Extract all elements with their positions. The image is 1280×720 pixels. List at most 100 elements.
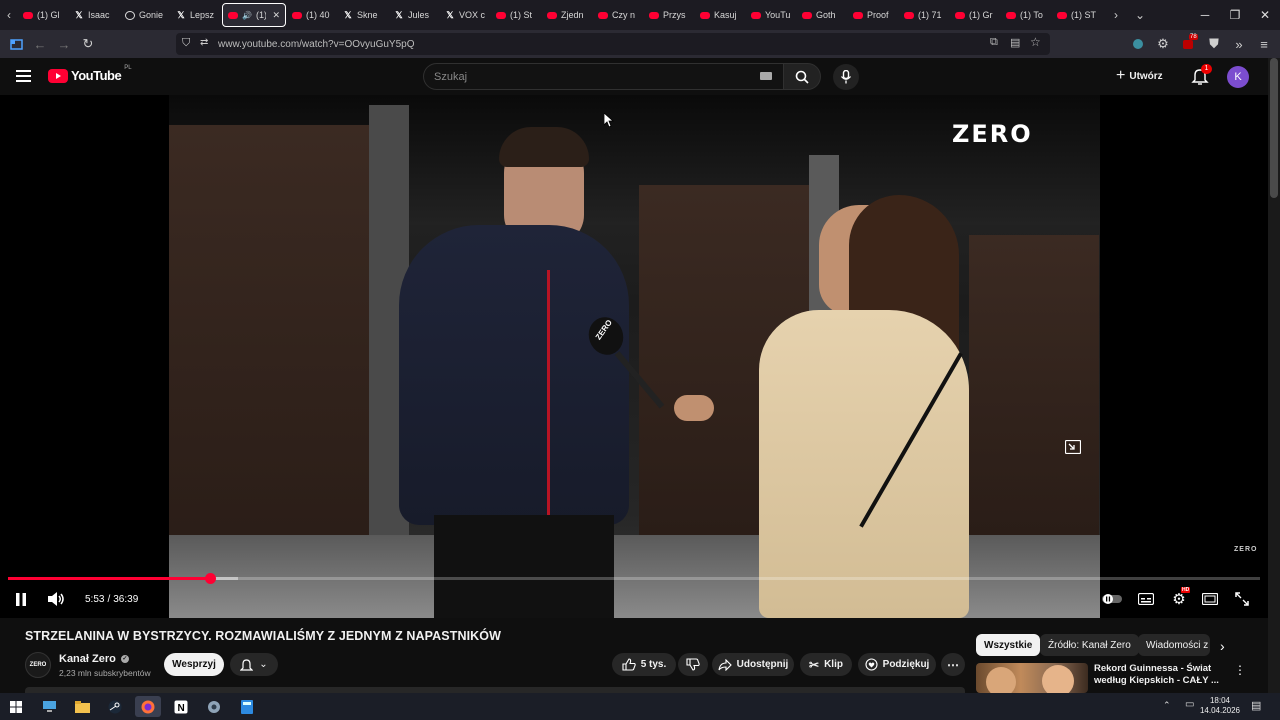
browser-tab[interactable]: Gonie	[120, 3, 170, 27]
extensions-puzzle-icon[interactable]: ⚙	[1153, 34, 1173, 54]
forward-icon[interactable]: →	[54, 34, 74, 54]
browser-tab[interactable]: 𝕏 Lepsz	[171, 3, 221, 27]
recommendation-menu-icon[interactable]: ⋮	[1234, 663, 1246, 677]
more-actions-button[interactable]: ⋯	[941, 653, 965, 676]
notification-center-icon[interactable]: ▤	[1251, 699, 1261, 712]
account-avatar[interactable]: K	[1227, 66, 1249, 88]
taskbar-app-icon[interactable]	[201, 696, 227, 717]
start-button[interactable]	[3, 696, 29, 717]
reader-view-icon[interactable]: ▤	[1010, 36, 1020, 49]
tray-chevron-icon[interactable]: ⌃	[1163, 700, 1171, 711]
permissions-icon[interactable]: ⇄	[200, 37, 208, 48]
browser-tab[interactable]: (1) To	[1001, 3, 1051, 27]
taskbar-file-explorer-icon[interactable]	[69, 696, 95, 717]
guide-menu-icon[interactable]	[16, 68, 32, 84]
pause-icon	[16, 592, 26, 606]
settings-button[interactable]: ⚙ HD	[1169, 587, 1191, 609]
browser-tab[interactable]: (1) Gl	[18, 3, 68, 27]
like-button[interactable]: 5 tys.	[612, 653, 676, 676]
youtube-logo[interactable]: YouTube PL	[48, 65, 132, 83]
browser-tab[interactable]: 𝕏 Skne	[338, 3, 388, 27]
back-icon[interactable]: ←	[30, 34, 50, 54]
taskbar-notion-icon[interactable]: N	[168, 696, 194, 717]
address-bar[interactable]: ⛉ ⇄ www.youtube.com/watch?v=OOvyuGuY5pQ …	[176, 33, 1050, 55]
site-info-icon[interactable]: ⛉	[182, 37, 190, 50]
like-count: 5 tys.	[640, 659, 667, 670]
overflow-chevrons-icon[interactable]: »	[1229, 34, 1249, 54]
search-input[interactable]: Szukaj	[423, 63, 783, 90]
picture-in-picture-icon[interactable]: ⧉	[990, 36, 998, 49]
browser-tab[interactable]: Zjedn	[542, 3, 592, 27]
search-button[interactable]	[783, 63, 821, 90]
browser-tab[interactable]: (1) St	[491, 3, 541, 27]
page-scrollbar[interactable]	[1268, 58, 1280, 693]
subtitles-icon	[1138, 593, 1154, 605]
browser-tab[interactable]: Przys	[644, 3, 694, 27]
browser-tab[interactable]: Czy n	[593, 3, 643, 27]
tab-scroll-left-icon[interactable]: ‹	[0, 3, 18, 27]
clip-button[interactable]: ✂ Klip	[800, 653, 852, 676]
voice-search-button[interactable]	[833, 64, 859, 90]
browser-tab[interactable]: YouTu	[746, 3, 796, 27]
subtitles-button[interactable]	[1137, 589, 1155, 609]
bookmark-star-icon[interactable]: ☆	[1030, 35, 1041, 49]
privacy-shield-icon[interactable]: ⛊	[1204, 34, 1224, 54]
reload-icon[interactable]: ↻	[78, 34, 98, 54]
theater-mode-button[interactable]	[1201, 589, 1219, 609]
recommendation-title[interactable]: Rekord Guinnessa - Świat według Kiepskic…	[1094, 663, 1224, 687]
ublock-icon[interactable]: 78	[1178, 34, 1198, 54]
pause-button[interactable]	[12, 589, 30, 609]
create-button[interactable]: + Utwórz	[1116, 65, 1163, 87]
browser-tab-active[interactable]: 🔊 (1) ✕	[222, 3, 286, 27]
browser-tab[interactable]: 𝕏 Jules	[389, 3, 439, 27]
tray-display-icon[interactable]: ▭	[1185, 699, 1194, 710]
keyboard-icon[interactable]	[760, 72, 772, 80]
minimize-icon[interactable]: ─	[1190, 0, 1220, 30]
progress-scrubber-handle[interactable]	[204, 573, 216, 584]
browser-tab[interactable]: (1) 71	[899, 3, 949, 27]
share-button[interactable]: Udostępnij	[712, 653, 794, 676]
tab-list-dropdown-icon[interactable]: ⌄	[1131, 3, 1149, 27]
thanks-button[interactable]: Podziękuj	[858, 653, 936, 676]
miniplayer-overlay-button[interactable]	[1064, 439, 1083, 456]
subscription-bell-button[interactable]: ⌄	[230, 653, 278, 676]
taskbar-firefox-icon[interactable]	[135, 696, 161, 717]
chip-all[interactable]: Wszystkie	[976, 634, 1041, 656]
browser-tab[interactable]: Kasuj	[695, 3, 745, 27]
tab-audio-icon[interactable]: 🔊	[242, 11, 252, 20]
browser-tab[interactable]: Goth	[797, 3, 847, 27]
sidebar-toggle-icon[interactable]	[6, 34, 26, 54]
fullscreen-button[interactable]	[1233, 589, 1251, 609]
progress-bar[interactable]	[8, 573, 1260, 584]
channel-avatar[interactable]: ZERO	[25, 652, 51, 678]
close-window-icon[interactable]: ✕	[1250, 0, 1280, 30]
channel-name[interactable]: Kanał Zero ✓	[59, 653, 129, 665]
browser-tab[interactable]: Proof	[848, 3, 898, 27]
shield-extension-icon[interactable]	[1128, 34, 1148, 54]
tab-scroll-right-icon[interactable]: ›	[1107, 3, 1125, 27]
browser-tab[interactable]: (1) 40	[287, 3, 337, 27]
taskbar-calculator-icon[interactable]	[234, 696, 260, 717]
scrollbar-thumb[interactable]	[1270, 58, 1278, 198]
autoplay-toggle[interactable]	[1100, 589, 1124, 609]
mute-button[interactable]	[46, 589, 66, 609]
notifications-button[interactable]: 1	[1191, 64, 1212, 87]
dislike-button[interactable]	[678, 653, 708, 676]
support-button[interactable]: Wesprzyj	[164, 653, 224, 676]
browser-tab[interactable]: (1) Gr	[950, 3, 1000, 27]
close-tab-icon[interactable]: ✕	[272, 10, 280, 21]
restore-icon[interactable]: ❐	[1220, 0, 1250, 30]
browser-tab[interactable]: 𝕏 Isaac	[69, 3, 119, 27]
chips-next-chevron-icon[interactable]: ›	[1220, 638, 1225, 654]
video-player[interactable]: ZERO ZERO ZERO 5:53 / 36:39 ⚙ HD	[0, 95, 1268, 618]
browser-tab[interactable]: 𝕏 VOX c	[440, 3, 490, 27]
menu-hamburger-icon[interactable]: ≡	[1254, 34, 1274, 54]
chip-source-channel[interactable]: Źródło: Kanał Zero	[1040, 634, 1139, 656]
taskbar-computer-icon[interactable]	[36, 696, 62, 717]
recommendation-thumbnail[interactable]	[976, 663, 1088, 693]
taskbar-steam-icon[interactable]	[102, 696, 128, 717]
chip-news[interactable]: Wiadomości z	[1138, 634, 1210, 656]
system-clock[interactable]: 18:04 14.04.2026	[1198, 696, 1242, 716]
browser-tab[interactable]: (1) ST	[1052, 3, 1102, 27]
woman-hand	[674, 395, 714, 421]
